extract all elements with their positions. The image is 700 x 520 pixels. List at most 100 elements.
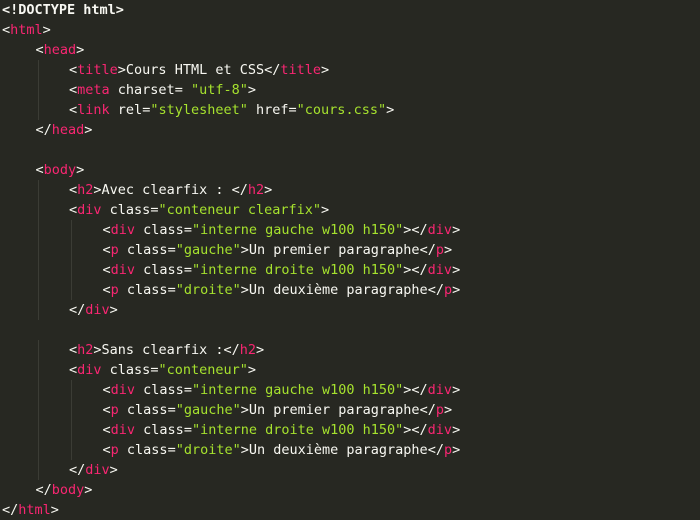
code-line[interactable] (2, 140, 700, 160)
text-content: Un premier paragraphe (248, 242, 420, 258)
indent-guide (36, 260, 70, 280)
tag-bracket: < (69, 82, 78, 98)
tag-bracket: < (69, 342, 78, 358)
code-line[interactable]: <!DOCTYPE html> (2, 0, 700, 20)
code-line[interactable]: <title>Cours HTML et CSS</title> (2, 60, 700, 80)
indent-guide (2, 240, 36, 260)
code-line[interactable] (2, 320, 700, 340)
tag-bracket: > (443, 242, 453, 258)
tag-bracket: > (76, 42, 85, 58)
text-content (119, 282, 127, 298)
tag-bracket: </ (69, 302, 86, 318)
code-line[interactable]: <meta charset= "utf-8"> (2, 80, 700, 100)
code-line[interactable]: <head> (2, 40, 700, 60)
code-line[interactable]: </div> (2, 460, 700, 480)
tag-bracket: > (452, 262, 461, 278)
indent-guide (2, 400, 36, 420)
code-line[interactable]: <div class="interne gauche w100 h150"></… (2, 220, 700, 240)
attribute-value: "cours.css" (296, 102, 387, 118)
text-content (119, 442, 127, 458)
tag-bracket: </ (264, 62, 281, 78)
indent-guide (2, 300, 36, 320)
indent-guide (36, 280, 70, 300)
code-line[interactable]: <p class="gauche">Un premier paragraphe<… (2, 400, 700, 420)
tag-bracket: > (50, 502, 59, 518)
indent-guide (36, 380, 70, 400)
tag-name: head (51, 122, 85, 138)
attribute-value: "stylesheet" (150, 102, 248, 118)
tag-bracket: > (240, 242, 249, 258)
code-line[interactable]: <h2>Avec clearfix : </h2> (2, 180, 700, 200)
attribute-value: "interne droite w100 h150" (191, 262, 404, 278)
tag-bracket: < (35, 42, 44, 58)
attribute-value: "gauche" (175, 242, 241, 258)
indent-guide (2, 420, 36, 440)
code-line[interactable]: <p class="gauche">Un premier paragraphe<… (2, 240, 700, 260)
code-line[interactable]: <div class="conteneur clearfix"> (2, 200, 700, 220)
tag-bracket: < (35, 162, 44, 178)
tag-bracket: < (102, 442, 111, 458)
code-line[interactable]: <div class="interne gauche w100 h150"></… (2, 380, 700, 400)
code-line[interactable]: <div class="conteneur"> (2, 360, 700, 380)
tag-name: p (435, 402, 444, 418)
indent-guide (69, 420, 103, 440)
indent-guide (36, 220, 70, 240)
code-line[interactable]: </html> (2, 500, 700, 520)
tag-bracket: > (247, 362, 256, 378)
tag-bracket: > (76, 162, 85, 178)
tag-name: div (427, 422, 453, 438)
tag-name: div (77, 202, 102, 218)
attribute-value: "interne droite w100 h150" (191, 422, 404, 438)
attribute-name: charset (117, 82, 175, 98)
attribute-name: class (126, 442, 168, 458)
text-content (135, 382, 143, 398)
code-line[interactable]: <body> (2, 160, 700, 180)
text-content (110, 102, 118, 118)
indent-guide (69, 240, 103, 260)
code-line[interactable]: <div class="interne droite w100 h150"></… (2, 260, 700, 280)
tag-bracket: > (93, 342, 102, 358)
text-content: = (174, 82, 191, 98)
indent-guide (36, 300, 70, 320)
indent-guide (69, 400, 103, 420)
code-line[interactable]: <p class="droite">Un deuxième paragraphe… (2, 280, 700, 300)
indent-guide (36, 60, 70, 80)
text-content: = (288, 102, 297, 118)
tag-bracket: </ (231, 182, 248, 198)
text-content: = (167, 402, 176, 418)
code-line[interactable]: <link rel="stylesheet" href="cours.css"> (2, 100, 700, 120)
tag-name: p (110, 242, 119, 258)
tag-bracket: > (109, 462, 118, 478)
indent-guide (36, 200, 70, 220)
tag-bracket: > (84, 122, 93, 138)
attribute-name: class (126, 282, 168, 298)
indent-guide (2, 200, 36, 220)
attribute-name: class (143, 422, 184, 438)
code-editor[interactable]: <!DOCTYPE html> <html> <head> <title>Cours … (0, 0, 700, 520)
tag-name: div (110, 382, 136, 398)
code-line[interactable]: </head> (2, 120, 700, 140)
tag-bracket: < (102, 262, 111, 278)
code-line[interactable]: </div> (2, 300, 700, 320)
tag-bracket: > (84, 482, 93, 498)
attribute-name: class (143, 222, 184, 238)
tag-bracket: </ (419, 242, 436, 258)
text-content: = (183, 422, 192, 438)
attribute-value: "droite" (175, 282, 241, 298)
code-line[interactable]: </body> (2, 480, 700, 500)
code-line[interactable]: <html> (2, 20, 700, 40)
attribute-name: rel (117, 102, 143, 118)
attribute-name: class (109, 362, 151, 378)
tag-bracket: > (452, 222, 461, 238)
tag-name: p (435, 242, 444, 258)
tag-bracket: < (69, 182, 78, 198)
text-content: Cours HTML et CSS (125, 62, 265, 78)
code-line[interactable]: <p class="droite">Un deuxième paragraphe… (2, 440, 700, 460)
code-line[interactable]: <h2>Sans clearfix :</h2> (2, 340, 700, 360)
indent-guide (36, 440, 70, 460)
tag-bracket: > (321, 62, 330, 78)
indent-guide (2, 480, 36, 500)
attribute-name: class (126, 242, 168, 258)
code-line[interactable]: <div class="interne droite w100 h150"></… (2, 420, 700, 440)
tag-name: p (443, 282, 453, 298)
